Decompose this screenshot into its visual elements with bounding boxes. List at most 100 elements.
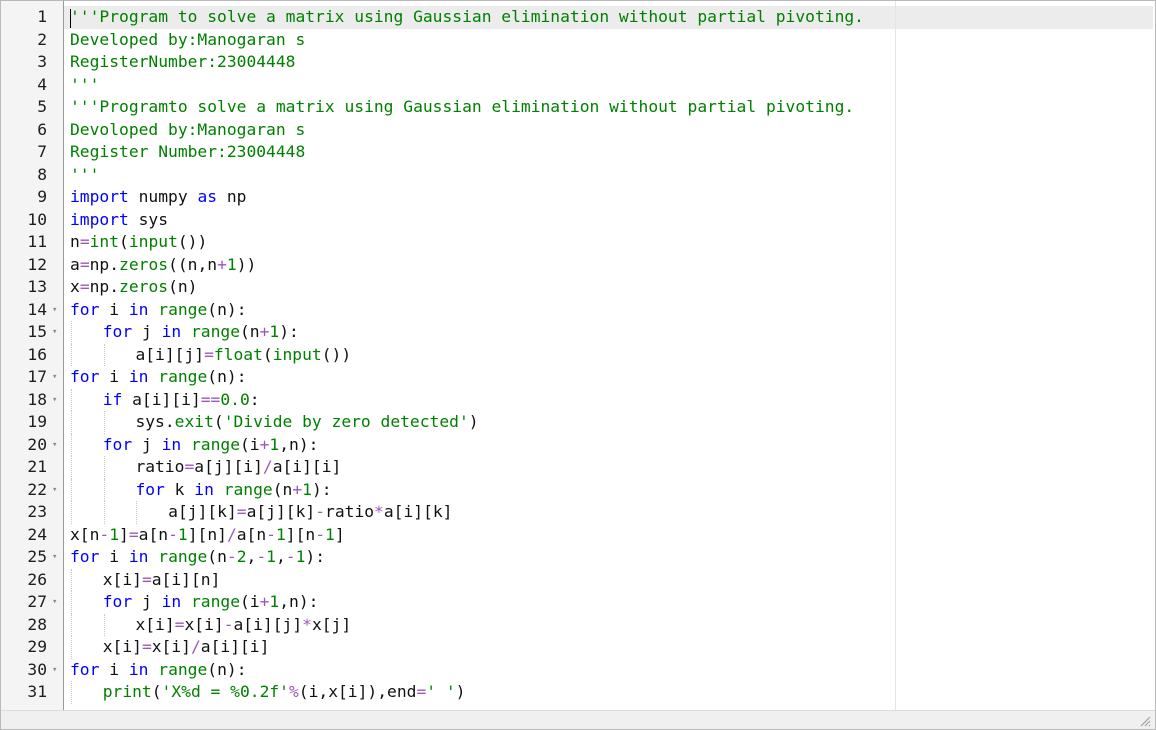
line-number: 20 (27, 434, 47, 454)
line-number: 8 (37, 164, 47, 184)
indent-guide (136, 501, 138, 524)
fold-arrow-icon[interactable]: ▾ (52, 299, 57, 322)
line-code: '''Program to solve a matrix using Gauss… (70, 6, 864, 29)
code-token: 1 (266, 547, 276, 566)
indent-guide (103, 343, 105, 366)
code-token: range (158, 367, 208, 386)
code-editor[interactable]: 1 '''Program to solve a matrix using Gaus… (0, 0, 1156, 730)
fold-arrow-icon[interactable]: ▾ (52, 591, 57, 614)
code-line[interactable]: 30 ▾ for i in range(n): (1, 659, 1151, 682)
code-line[interactable]: 18 ▾ if a[i][i]==0.0: (1, 388, 1151, 412)
line-number: 28 (27, 614, 47, 634)
code-token: ratio (135, 457, 185, 476)
indent-guide (103, 478, 105, 501)
code-line[interactable]: 8 ''' (1, 164, 1151, 187)
fold-arrow-icon[interactable]: ▾ (52, 546, 57, 569)
code-token: - (256, 547, 267, 566)
code-token: (n): (207, 367, 247, 386)
fold-arrow-icon[interactable]: ▾ (52, 389, 57, 412)
code-line[interactable]: 29 x[i]=x[i]/a[i][i] (1, 636, 1151, 659)
code-line[interactable]: 23 a[j][k]=a[j][k]-ratio*a[i][k] (1, 501, 1151, 524)
code-line[interactable]: 4 ''' (1, 74, 1151, 97)
code-line[interactable]: 28 x[i]=x[i]-a[i][j]*x[j] (1, 613, 1151, 637)
line-code: ''' (70, 164, 99, 187)
code-line[interactable]: 6 Devoloped by:Manogaran s (1, 119, 1151, 142)
code-line[interactable]: 22 ▾ for k in range(n+1): (1, 478, 1151, 502)
line-number: 29 (27, 637, 47, 656)
code-line[interactable]: 20 ▾ for j in range(i+1,n): (1, 433, 1151, 457)
code-lines[interactable]: 1 '''Program to solve a matrix using Gaus… (1, 6, 1151, 704)
code-line[interactable]: 3 RegisterNumber:23004448 (1, 51, 1151, 74)
code-line[interactable]: 19 sys.exit('Divide by zero detected') (1, 411, 1151, 434)
fold-arrow-icon[interactable]: ▾ (52, 479, 57, 502)
line-number: 16 (27, 344, 47, 364)
code-line[interactable]: 21 ratio=a[j][i]/a[i][i] (1, 456, 1151, 479)
code-token: a[i][j] (233, 614, 303, 634)
fold-arrow-icon[interactable]: ▾ (52, 366, 57, 389)
line-number: 13 (27, 277, 47, 296)
code-token: = (141, 637, 152, 656)
code-line[interactable]: 7 Register Number:23004448 (1, 141, 1151, 164)
code-line[interactable]: 15 ▾ for j in range(n+1): (1, 321, 1151, 344)
code-line[interactable]: 9 import numpy as np (1, 186, 1151, 209)
line-code: x=np.zeros(n) (70, 276, 197, 299)
code-token: as (197, 187, 218, 206)
code-token: = (184, 457, 195, 476)
fold-arrow-icon[interactable]: ▾ (52, 321, 57, 344)
code-token: = (141, 569, 152, 589)
code-token: , (246, 547, 257, 566)
fold-arrow-icon[interactable]: ▾ (52, 434, 57, 457)
line-number: 23 (27, 502, 47, 521)
line-number: 6 (37, 119, 47, 139)
code-token: range (158, 547, 208, 566)
code-token: ( (213, 412, 224, 431)
code-token: 1 (275, 524, 286, 544)
line-number: 7 (37, 142, 47, 161)
line-code: Register Number:23004448 (70, 141, 305, 164)
indent-guide (103, 411, 105, 434)
code-line[interactable]: 10 import sys (1, 209, 1151, 232)
code-token: 2 (236, 547, 247, 566)
code-token: x[i] (151, 637, 191, 656)
line-number: 24 (27, 524, 47, 544)
code-token: import (70, 187, 129, 206)
code-line[interactable]: 5 '''Programto solve a matrix using Gauss… (1, 96, 1151, 119)
code-token: numpy (128, 187, 198, 206)
code-line[interactable]: 11 n=int(input()) (1, 231, 1151, 254)
code-token: ratio (325, 502, 375, 521)
code-line[interactable]: 31 print('X%d = %0.2f'%(i,x[i]),end=' ') (1, 681, 1151, 704)
code-line[interactable]: 1 '''Program to solve a matrix using Gaus… (1, 6, 1151, 29)
code-token: input (128, 232, 178, 251)
code-line[interactable]: 25 ▾ for i in range(n-2,-1,-1): (1, 546, 1151, 569)
code-line[interactable]: 14 ▾ for i in range(n): (1, 299, 1151, 322)
code-line[interactable]: 2 Developed by:Manogaran s (1, 29, 1151, 52)
code-token: 1 (269, 322, 280, 341)
code-line[interactable]: 17 ▾ for i in range(n): (1, 366, 1151, 389)
code-token: zeros (119, 277, 169, 296)
code-token: x (70, 277, 80, 296)
code-token: sys (128, 209, 169, 229)
fold-arrow-icon[interactable]: ▾ (52, 659, 57, 682)
code-line[interactable]: 26 x[i]=a[i][n] (1, 568, 1151, 591)
code-token: ][n (285, 524, 316, 544)
resize-grip-icon[interactable] (1139, 715, 1151, 727)
code-line[interactable]: 16 a[i][j]=float(input()) (1, 343, 1151, 367)
code-token: 1 (226, 254, 237, 274)
code-token: Developed by:Manogaran s (70, 29, 306, 49)
code-token: j (132, 434, 162, 454)
code-token: for (102, 592, 133, 611)
code-token: range (158, 299, 208, 319)
code-line[interactable]: 12 a=np.zeros((n,n+1)) (1, 254, 1151, 277)
code-token: i (99, 659, 129, 679)
code-line[interactable]: 27 ▾ for j in range(i+1,n): (1, 591, 1151, 614)
code-line[interactable]: 24 x[n-1]=a[n-1][n]/a[n-1][n-1] (1, 524, 1151, 547)
code-token: x[i] (184, 614, 224, 634)
line-code: a[i][j]=float(input()) (135, 344, 351, 367)
line-code: x[i]=x[i]-a[i][j]*x[j] (135, 614, 351, 637)
horizontal-scrollbar[interactable] (1, 710, 1155, 729)
code-token: for (70, 367, 100, 386)
code-line[interactable]: 13 x=np.zeros(n) (1, 276, 1151, 299)
